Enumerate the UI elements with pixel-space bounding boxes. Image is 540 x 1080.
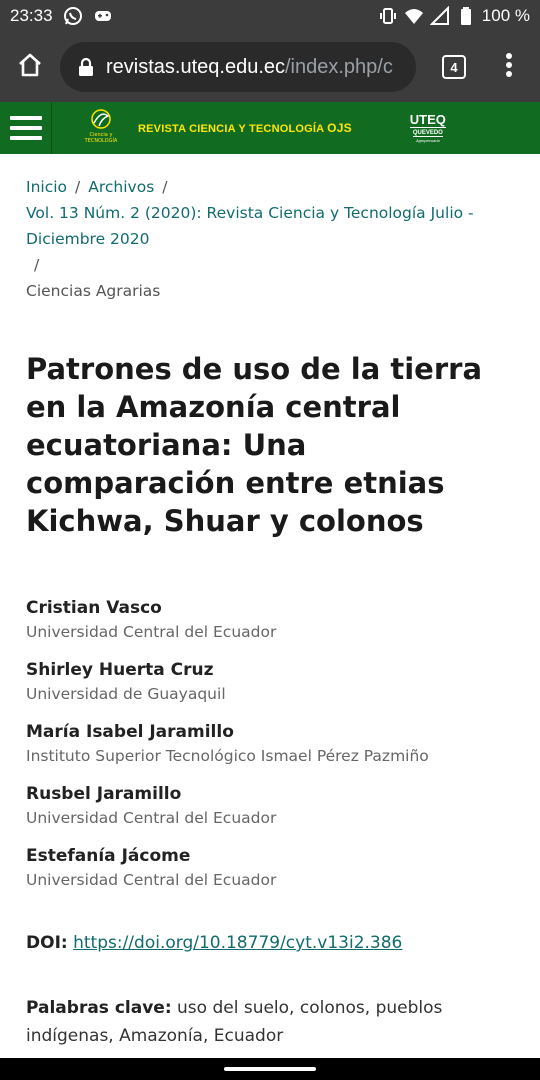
author-affiliation: Universidad Central del Ecuador bbox=[26, 871, 277, 889]
battery-percent: 100 % bbox=[481, 6, 530, 25]
author-name: Rusbel Jaramillo bbox=[26, 784, 182, 804]
tab-switcher-button[interactable]: 4 bbox=[424, 32, 484, 102]
author-affiliation: Instituto Superior Tecnológico Ismael Pé… bbox=[26, 747, 429, 765]
url-text: revistas.uteq.edu.ec/index.php/c bbox=[106, 56, 393, 79]
vibrate-icon bbox=[378, 6, 398, 26]
ojs-label: OJS bbox=[327, 121, 352, 135]
home-button[interactable] bbox=[0, 32, 60, 102]
author-name: Shirley Huerta Cruz bbox=[26, 660, 214, 680]
author-item: Estefanía Jácome Universidad Central del… bbox=[26, 844, 516, 892]
home-icon bbox=[16, 51, 44, 83]
game-controller-icon bbox=[93, 6, 113, 26]
author-name: Estefanía Jácome bbox=[26, 846, 191, 866]
menu-button[interactable] bbox=[484, 32, 534, 102]
leaf-logo-icon bbox=[91, 109, 111, 129]
journal-title: REVISTA CIENCIA Y TECNOLOGÍA OJS bbox=[138, 121, 352, 135]
tab-count: 4 bbox=[442, 55, 466, 79]
doi-section: DOI: https://doi.org/10.18779/cyt.v13i2.… bbox=[26, 930, 516, 956]
doi-label: DOI: bbox=[26, 933, 68, 953]
journal-logo: Ciencia y TECNOLOGÍA bbox=[82, 108, 120, 148]
signal-icon bbox=[429, 6, 450, 26]
journal-title-text: REVISTA CIENCIA Y TECNOLOGÍA bbox=[138, 123, 328, 135]
uteq-main: UTEQ bbox=[409, 112, 446, 128]
breadcrumb-archives-link[interactable]: Archivos bbox=[88, 178, 154, 196]
more-vert-icon bbox=[505, 52, 513, 82]
breadcrumb: Inicio / Archivos / Vol. 13 Núm. 2 (2020): … bbox=[26, 174, 516, 304]
author-affiliation: Universidad Central del Ecuador bbox=[26, 809, 277, 827]
breadcrumb-home-link[interactable]: Inicio bbox=[26, 178, 67, 196]
keywords-label: Palabras clave: bbox=[26, 998, 172, 1018]
author-item: Cristian Vasco Universidad Central del E… bbox=[26, 596, 516, 644]
keywords-section: Palabras clave: uso del suelo, colonos, … bbox=[26, 994, 516, 1050]
logo-subtext: Ciencia y TECNOLOGÍA bbox=[84, 132, 118, 144]
breadcrumb-separator: / bbox=[75, 178, 81, 196]
gesture-handle[interactable] bbox=[224, 1067, 316, 1071]
address-bar[interactable]: revistas.uteq.edu.ec/index.php/c bbox=[60, 42, 416, 92]
status-bar: 23:33 100 % bbox=[0, 0, 540, 32]
wifi-icon bbox=[404, 6, 424, 26]
doi-link[interactable]: https://doi.org/10.18779/cyt.v13i2.386 bbox=[73, 933, 402, 953]
author-item: Shirley Huerta Cruz Universidad de Guaya… bbox=[26, 658, 516, 706]
uteq-logo[interactable]: UTEQ QUEVEDO Agropecuaria bbox=[409, 112, 446, 143]
url-path: /index.php/c bbox=[285, 55, 393, 78]
author-affiliation: Universidad de Guayaquil bbox=[26, 685, 226, 703]
breadcrumb-separator: / bbox=[162, 178, 168, 196]
whatsapp-icon bbox=[63, 6, 83, 26]
status-time: 23:33 bbox=[10, 6, 53, 25]
lock-icon bbox=[76, 57, 96, 77]
browser-toolbar: revistas.uteq.edu.ec/index.php/c 4 bbox=[0, 32, 540, 102]
breadcrumb-issue-link[interactable]: Vol. 13 Núm. 2 (2020): Revista Ciencia y… bbox=[26, 204, 474, 248]
uteq-sub: QUEVEDO bbox=[412, 130, 443, 137]
journal-brand[interactable]: Ciencia y TECNOLOGÍA REVISTA CIENCIA Y T… bbox=[82, 108, 352, 148]
main-content: Inicio / Archivos / Vol. 13 Núm. 2 (2020): … bbox=[26, 154, 516, 1050]
author-list: Cristian Vasco Universidad Central del E… bbox=[26, 596, 516, 892]
author-name: María Isabel Jaramillo bbox=[26, 722, 234, 742]
author-item: Rusbel Jaramillo Universidad Central del… bbox=[26, 782, 516, 830]
site-header: Ciencia y TECNOLOGÍA REVISTA CIENCIA Y T… bbox=[0, 102, 540, 154]
breadcrumb-current: Ciencias Agrarias bbox=[26, 282, 161, 300]
breadcrumb-separator: / bbox=[34, 256, 40, 274]
hamburger-menu-icon[interactable] bbox=[0, 102, 52, 154]
battery-icon bbox=[456, 6, 476, 26]
author-item: María Isabel Jaramillo Instituto Superio… bbox=[26, 720, 516, 768]
url-host: revistas.uteq.edu.ec bbox=[106, 55, 285, 78]
author-affiliation: Universidad Central del Ecuador bbox=[26, 623, 277, 641]
author-name: Cristian Vasco bbox=[26, 598, 162, 618]
uteq-tag: Agropecuaria bbox=[415, 138, 440, 143]
system-navigation-bar bbox=[0, 1058, 540, 1080]
article-title: Patrones de uso de la tierra en la Amazo… bbox=[26, 352, 483, 538]
